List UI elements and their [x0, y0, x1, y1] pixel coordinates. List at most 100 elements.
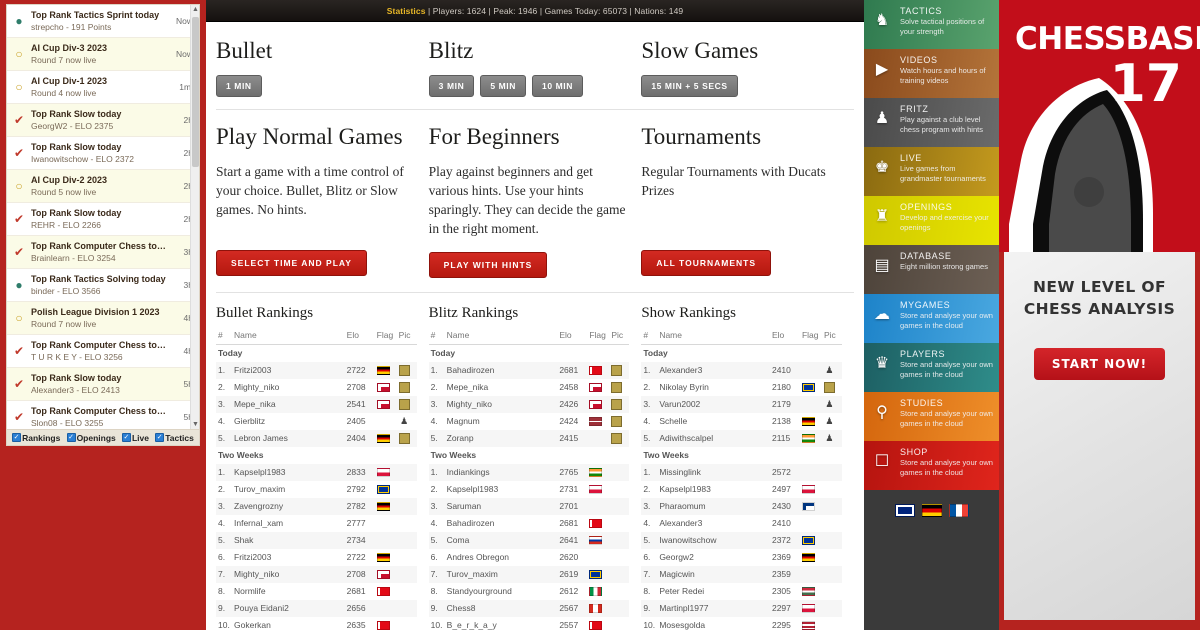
cell-name[interactable]: Magicwin	[657, 566, 770, 584]
cell-name[interactable]: Indiankings	[444, 464, 558, 482]
table-row[interactable]: 7. Turov_maxim 2619	[428, 566, 630, 584]
cell-name[interactable]: Mepe_nika	[445, 379, 558, 396]
cell-name[interactable]: Standyourground	[445, 583, 558, 600]
cell-name[interactable]: Iwanowitschow	[657, 532, 770, 550]
table-row[interactable]: 10. B_e_r_k_a_y 2557	[429, 617, 630, 630]
cell-name[interactable]: Magnum	[445, 413, 558, 430]
news-item[interactable]: ● Top Rank Tactics Sprint today strepcho -…	[7, 5, 199, 38]
table-row[interactable]: 6. Andres Obregon 2620	[429, 549, 630, 566]
table-row[interactable]: 2. Nikolay Byrin 2180	[641, 379, 842, 396]
french-flag[interactable]	[948, 504, 969, 517]
cell-name[interactable]: Nikolay Byrin	[657, 379, 770, 396]
table-row[interactable]: 1. Missinglink 2572	[641, 464, 842, 482]
news-item[interactable]: ○ AI Cup Div-1 2023 Round 4 now live 1mi	[7, 71, 199, 104]
cell-name[interactable]: Coma	[444, 532, 558, 550]
news-item[interactable]: ● Top Rank Tactics Solving today binder - …	[7, 269, 199, 302]
cell-name[interactable]: Turov_maxim	[232, 481, 345, 498]
menu-item-live[interactable]: ♚ LIVE Live games from grandmaster tournam…	[864, 147, 999, 196]
scrollbar-thumb[interactable]	[192, 17, 199, 167]
table-row[interactable]: 3. Mepe_nika 2541	[216, 396, 417, 414]
table-row[interactable]: 7. Magicwin 2359	[641, 566, 842, 584]
checkbox-icon[interactable]: ✓	[66, 433, 76, 442]
filter-tactics[interactable]: ✓ Tactics	[155, 433, 194, 443]
time-button[interactable]: 5 MIN	[480, 75, 526, 98]
table-row[interactable]: 9. Chess8 2567	[428, 600, 630, 618]
table-row[interactable]: 1. Kapselpl1983 2833	[216, 464, 417, 482]
menu-item-openings[interactable]: ♜ OPENINGS Develop and exercise your openi…	[864, 196, 999, 245]
table-row[interactable]: 3. Varun2002 2179 ♟	[641, 396, 842, 414]
cell-name[interactable]: Martinpl1977	[657, 600, 770, 618]
table-row[interactable]: 1. Indiankings 2765	[428, 464, 630, 482]
cell-name[interactable]: Fritzi2003	[232, 362, 345, 380]
table-row[interactable]: 2. Kapselpl1983 2497	[641, 481, 842, 498]
cell-name[interactable]: Shak	[232, 532, 345, 550]
cell-name[interactable]: Mighty_niko	[232, 379, 345, 396]
menu-item-players[interactable]: ♛ PLAYERS Store and analyse your own games…	[864, 343, 999, 392]
promo-cta-button[interactable]: ALL TOURNAMENTS	[641, 249, 771, 276]
cell-name[interactable]: Schelle	[657, 413, 770, 430]
news-item[interactable]: ○ AI Cup Div-2 2023 Round 5 now live 2h	[7, 170, 199, 203]
cell-name[interactable]: Bahadirozen	[444, 362, 558, 380]
table-row[interactable]: 3. Zavengrozny 2782	[216, 498, 417, 516]
table-row[interactable]: 3. Saruman 2701	[428, 498, 630, 516]
cell-name[interactable]: Turov_maxim	[444, 566, 558, 584]
cell-name[interactable]: Andres Obregon	[445, 549, 558, 566]
cell-name[interactable]: Missinglink	[657, 464, 770, 482]
cell-name[interactable]: Peter Redei	[657, 583, 770, 600]
menu-item-fritz[interactable]: ♟ FRITZ Play against a club level chess pr…	[864, 98, 999, 147]
news-scrollbar[interactable]: ▲ ▼	[190, 5, 199, 429]
cell-name[interactable]: Gierblitz	[232, 413, 345, 430]
table-row[interactable]: 5. Shak 2734	[216, 532, 417, 550]
table-row[interactable]: 6. Georgw2 2369	[641, 549, 842, 566]
cell-name[interactable]: Mighty_niko	[444, 396, 558, 414]
cell-name[interactable]: Bahadirozen	[445, 515, 558, 532]
cell-name[interactable]: Lebron James	[232, 430, 345, 448]
news-item[interactable]: ✔ Top Rank Slow today REHR - ELO 2266 2h	[7, 203, 199, 236]
news-item[interactable]: ○ Polish League Division 1 2023 Round 7 no…	[7, 302, 199, 335]
table-row[interactable]: 4. Magnum 2424	[429, 413, 630, 430]
table-row[interactable]: 4. Schelle 2138 ♟	[641, 413, 842, 430]
table-row[interactable]: 4. Alexander3 2410	[641, 515, 842, 532]
cell-name[interactable]: Mighty_niko	[232, 566, 345, 584]
cell-name[interactable]: Chess8	[444, 600, 558, 618]
ad-start-now-button[interactable]: START NOW!	[1034, 348, 1165, 380]
table-row[interactable]: 3. Pharaomum 2430	[641, 498, 842, 516]
cell-name[interactable]: Mosesgolda	[657, 617, 770, 630]
menu-item-tactics[interactable]: ♞ TACTICS Solve tactical positions of your…	[864, 0, 999, 49]
time-button[interactable]: 10 MIN	[532, 75, 583, 98]
time-button[interactable]: 15 MIN + 5 SECS	[641, 75, 738, 98]
table-row[interactable]: 5. Zoranp 2415	[428, 430, 630, 448]
news-item[interactable]: ✔ Top Rank Slow today Alexander3 - ELO 241…	[7, 368, 199, 401]
checkbox-icon[interactable]: ✓	[12, 433, 22, 442]
cell-name[interactable]: Saruman	[444, 498, 558, 516]
menu-item-mygames[interactable]: ☁ MYGAMES Store and analyse your own games…	[864, 294, 999, 343]
table-row[interactable]: 3. Mighty_niko 2426	[428, 396, 630, 414]
cell-name[interactable]: Georgw2	[657, 549, 770, 566]
cell-name[interactable]: Kapselpl1983	[657, 481, 770, 498]
menu-item-studies[interactable]: ⚲ STUDIES Store and analyse your own games…	[864, 392, 999, 441]
cell-name[interactable]: Pharaomum	[657, 498, 770, 516]
news-item[interactable]: ○ AI Cup Div-3 2023 Round 7 now live Now	[7, 38, 199, 71]
cell-name[interactable]: Adiwithscalpel	[657, 430, 770, 448]
table-row[interactable]: 4. Infernal_xam 2777	[216, 515, 417, 532]
menu-item-videos[interactable]: ▶ VIDEOS Watch hours and hours of training…	[864, 49, 999, 98]
table-row[interactable]: 7. Mighty_niko 2708	[216, 566, 417, 584]
german-flag[interactable]	[921, 504, 942, 517]
table-row[interactable]: 1. Fritzi2003 2722	[216, 362, 417, 380]
table-row[interactable]: 10. Mosesgolda 2295	[641, 617, 842, 630]
promo-cta-button[interactable]: PLAY WITH HINTS	[428, 252, 548, 279]
menu-item-database[interactable]: ▤ DATABASE Eight million strong games	[864, 245, 999, 294]
cell-name[interactable]: Gokerkan	[232, 617, 345, 630]
filter-openings[interactable]: ✓ Openings	[66, 433, 116, 443]
time-button[interactable]: 1 MIN	[216, 75, 262, 98]
table-row[interactable]: 8. Normlife 2681	[216, 583, 417, 600]
table-row[interactable]: 8. Peter Redei 2305	[641, 583, 842, 600]
filter-live[interactable]: ✓ Live	[121, 433, 149, 443]
cell-name[interactable]: Fritzi2003	[232, 549, 345, 566]
table-row[interactable]: 4. Gierblitz 2405 ♟	[216, 413, 417, 430]
cell-name[interactable]: Zavengrozny	[232, 498, 345, 516]
table-row[interactable]: 10. Gokerkan 2635	[216, 617, 417, 630]
table-row[interactable]: 5. Coma 2641	[428, 532, 630, 550]
english-flag[interactable]	[894, 504, 915, 517]
cell-name[interactable]: B_e_r_k_a_y	[445, 617, 558, 630]
